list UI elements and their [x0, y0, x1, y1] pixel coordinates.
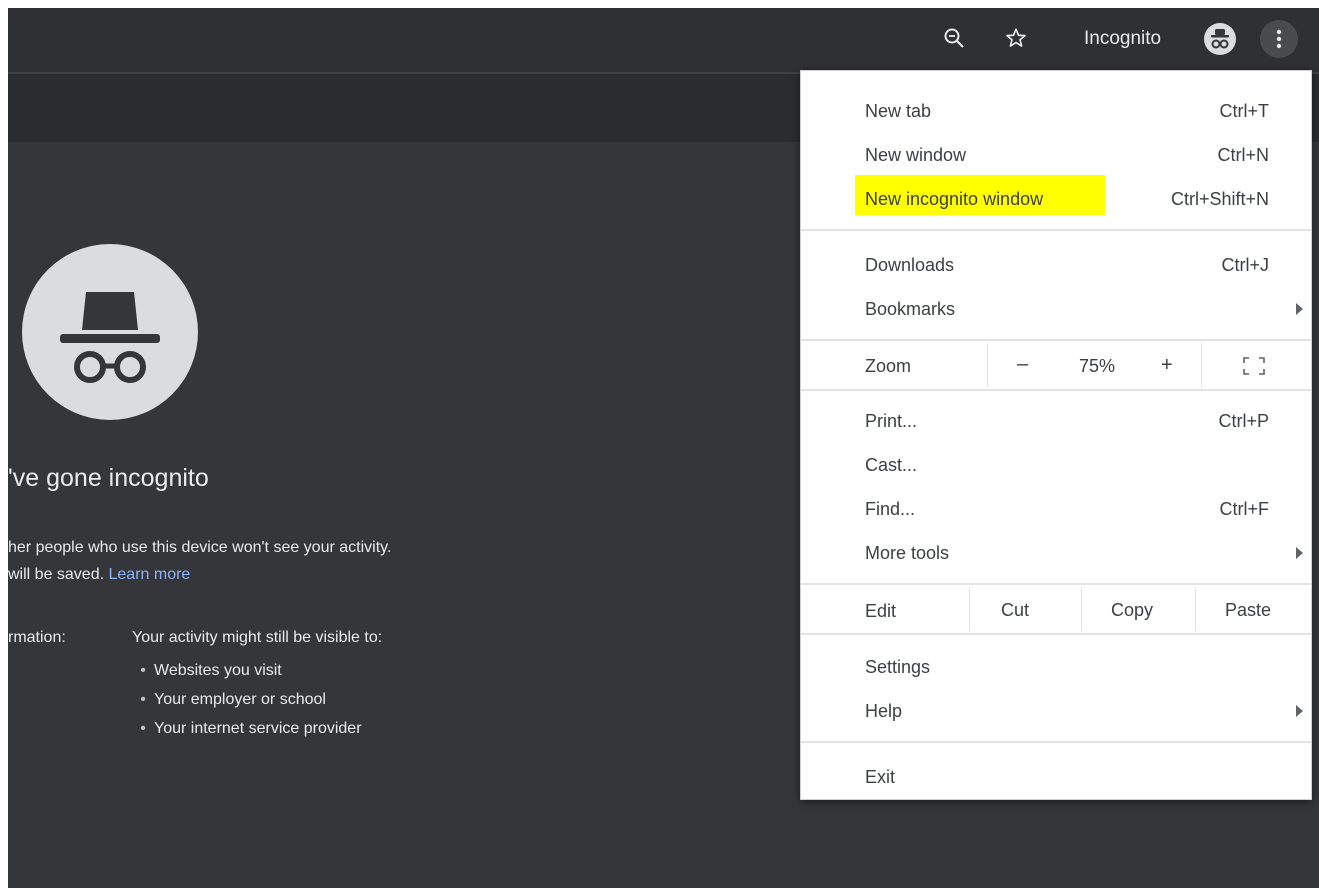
incognito-label[interactable]: Incognito — [1084, 28, 1161, 50]
submenu-arrow-icon — [1296, 303, 1303, 315]
menu-item-new-window[interactable]: New window Ctrl+N — [801, 135, 1311, 177]
menu-item-label: More tools — [865, 543, 950, 563]
menu-item-cast[interactable]: Cast... — [801, 445, 1311, 487]
star-icon[interactable] — [1000, 22, 1032, 54]
cut-button[interactable]: Cut — [1001, 600, 1029, 621]
menu-item-label: Settings — [865, 657, 931, 677]
description-line: her people who use this device won't see… — [8, 539, 392, 556]
menu-item-label: Exit — [865, 767, 896, 787]
menu-item-label: Find... — [865, 499, 916, 519]
menu-item-downloads[interactable]: Downloads Ctrl+J — [801, 245, 1311, 287]
menu-item-find[interactable]: Find... Ctrl+F — [801, 489, 1311, 531]
menu-item-label: Bookmarks — [865, 299, 956, 319]
menu-item-new-tab[interactable]: New tab Ctrl+T — [801, 91, 1311, 133]
menu-item-shortcut: Ctrl+J — [1221, 255, 1269, 275]
page-title: 've gone incognito — [8, 464, 209, 492]
cell-divider — [1081, 587, 1082, 631]
visible-heading: Your activity might still be visible to: — [132, 629, 383, 646]
more-vert-icon[interactable] — [1260, 20, 1298, 58]
browser-window: Incognito 've gone incognito her people … — [8, 8, 1319, 888]
menu-item-label: Print... — [865, 411, 918, 431]
submenu-arrow-icon — [1296, 547, 1303, 559]
menu-item-new-incognito-window[interactable]: New incognito window Ctrl+Shift+N — [801, 179, 1311, 221]
zoom-row: Zoom – 75% + — [801, 343, 1311, 389]
browser-toolbar: Incognito — [8, 8, 1319, 72]
menu-item-shortcut: Ctrl+F — [1219, 499, 1270, 519]
menu-separator — [801, 741, 1311, 743]
menu-item-exit[interactable]: Exit — [801, 757, 1311, 799]
incognito-icon[interactable] — [1204, 23, 1236, 55]
menu-item-shortcut: Ctrl+Shift+N — [1170, 189, 1269, 209]
menu-item-label: Cast... — [865, 455, 918, 475]
copy-button[interactable]: Copy — [1111, 600, 1153, 621]
menu-item-shortcut: Ctrl+P — [1218, 411, 1269, 431]
menu-separator — [801, 633, 1311, 635]
zoom-level: 75% — [1079, 356, 1116, 376]
edit-row: Edit Cut Copy Paste — [801, 587, 1311, 633]
menu-item-shortcut: Ctrl+N — [1217, 145, 1269, 165]
cell-divider — [1195, 587, 1196, 631]
menu-separator — [801, 229, 1311, 231]
submenu-arrow-icon — [1296, 705, 1303, 717]
menu-item-shortcut: Ctrl+T — [1219, 101, 1270, 121]
menu-item-label: New incognito window — [865, 189, 1044, 209]
fullscreen-icon[interactable] — [1243, 357, 1265, 380]
cell-divider — [969, 587, 970, 631]
list-item: Websites you visit — [132, 656, 362, 685]
description-line-2: will be saved. Learn more — [8, 566, 190, 584]
learn-more-link[interactable]: Learn more — [109, 566, 191, 583]
list-item: Your internet service provider — [132, 714, 362, 743]
menu-item-help[interactable]: Help — [801, 691, 1311, 733]
paste-button[interactable]: Paste — [1225, 600, 1271, 621]
menu-item-label: Downloads — [865, 255, 955, 275]
menu-separator — [801, 389, 1311, 391]
visible-list: Websites you visit Your employer or scho… — [132, 656, 362, 743]
menu-item-settings[interactable]: Settings — [801, 647, 1311, 689]
zoom-label: Zoom — [865, 356, 912, 376]
zoom-in-button[interactable]: + — [1161, 354, 1173, 377]
cell-divider — [1201, 343, 1202, 387]
menu-item-bookmarks[interactable]: Bookmarks — [801, 289, 1311, 331]
description-text: will be saved. — [8, 566, 105, 583]
incognito-logo-icon — [22, 244, 198, 420]
menu-item-label: New tab — [865, 101, 932, 121]
menu-item-more-tools[interactable]: More tools — [801, 533, 1311, 575]
zoom-icon[interactable] — [938, 22, 970, 54]
menu-separator — [801, 339, 1311, 341]
info-label: rmation: — [8, 629, 66, 646]
list-item: Your employer or school — [132, 685, 362, 714]
menu-item-label: Help — [865, 701, 903, 721]
menu-separator — [801, 583, 1311, 585]
zoom-out-button[interactable]: – — [1017, 353, 1028, 376]
chrome-menu: New tab Ctrl+T New window Ctrl+N New inc… — [800, 70, 1312, 800]
menu-item-print[interactable]: Print... Ctrl+P — [801, 401, 1311, 443]
menu-item-label: New window — [865, 145, 967, 165]
edit-label: Edit — [865, 601, 897, 621]
cell-divider — [987, 343, 988, 387]
